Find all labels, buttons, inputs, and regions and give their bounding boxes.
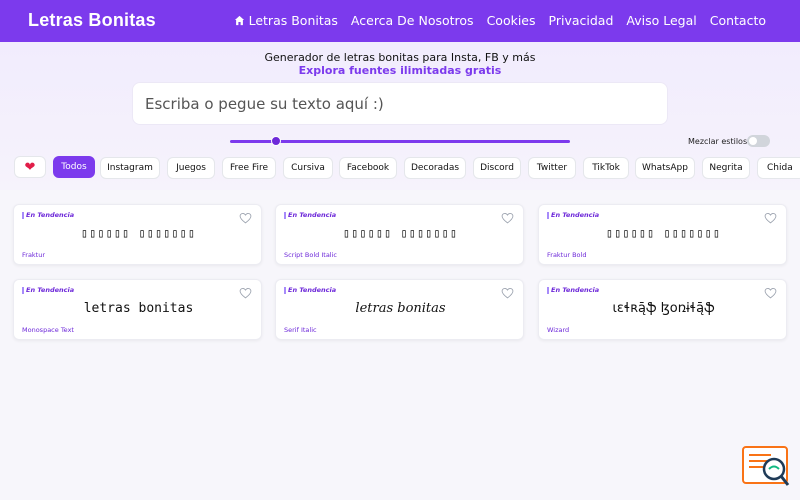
- mix-styles-label: Mezclar estilos: [688, 137, 748, 146]
- trending-bar-icon: [284, 286, 286, 294]
- chip-whatsapp[interactable]: WhatsApp: [635, 157, 695, 179]
- trending-bar-icon: [22, 286, 24, 294]
- font-preview[interactable]: letras bonitas: [276, 301, 525, 316]
- trending-text: En Tendencia: [288, 211, 337, 219]
- font-preview[interactable]: ▯▯▯▯▯▯ ▯▯▯▯▯▯▯: [14, 226, 263, 240]
- nav-link-privacy[interactable]: Privacidad: [549, 13, 614, 28]
- chip-instagram[interactable]: Instagram: [100, 157, 160, 179]
- hero-subtitle: Generador de letras bonitas para Insta, …: [264, 51, 536, 64]
- font-size-slider-track[interactable]: [230, 140, 570, 143]
- nav-link-home-label: Letras Bonitas: [248, 13, 338, 28]
- font-card-fraktur[interactable]: En Tendencia ▯▯▯▯▯▯ ▯▯▯▯▯▯▯ Fraktur: [13, 204, 262, 265]
- font-card-wizard[interactable]: En Tendencia ɩɛɬʀą̄ֆ ɮօռɨɬą̄ֆ Wizard: [538, 279, 787, 340]
- nav-link-contact[interactable]: Contacto: [710, 13, 766, 28]
- trending-label: En Tendencia: [22, 211, 74, 219]
- font-card-fraktur-bold[interactable]: En Tendencia ▯▯▯▯▯▯ ▯▯▯▯▯▯▯ Fraktur Bold: [538, 204, 787, 265]
- favorite-heart-icon[interactable]: [501, 212, 514, 224]
- trending-text: En Tendencia: [551, 286, 600, 294]
- favorite-heart-icon[interactable]: [764, 212, 777, 224]
- favorite-heart-icon[interactable]: [239, 287, 252, 299]
- font-name: Fraktur: [22, 251, 46, 259]
- chip-favorites[interactable]: ❤: [14, 156, 46, 178]
- nav-link-cookies[interactable]: Cookies: [487, 13, 536, 28]
- chip-todos[interactable]: Todos: [53, 156, 95, 178]
- chip-negrita[interactable]: Negrita: [702, 157, 750, 179]
- chip-decoradas[interactable]: Decoradas: [404, 157, 466, 179]
- nav-link-about[interactable]: Acerca De Nosotros: [351, 13, 474, 28]
- font-size-slider-thumb[interactable]: [271, 136, 281, 146]
- favorite-heart-icon[interactable]: [239, 212, 252, 224]
- trending-label: En Tendencia: [547, 211, 599, 219]
- trending-text: En Tendencia: [288, 286, 337, 294]
- heart-icon: ❤: [24, 159, 36, 175]
- chip-facebook[interactable]: Facebook: [339, 157, 397, 179]
- trending-label: En Tendencia: [284, 286, 336, 294]
- favorite-heart-icon[interactable]: [764, 287, 777, 299]
- trending-text: En Tendencia: [551, 211, 600, 219]
- chip-cursiva[interactable]: Cursiva: [283, 157, 333, 179]
- chip-tiktok[interactable]: TikTok: [583, 157, 629, 179]
- favorite-heart-icon[interactable]: [501, 287, 514, 299]
- trending-bar-icon: [547, 286, 549, 294]
- font-name: Fraktur Bold: [547, 251, 587, 259]
- font-preview[interactable]: ▯▯▯▯▯▯ ▯▯▯▯▯▯▯: [539, 226, 788, 240]
- font-preview[interactable]: letras bonitas: [14, 301, 263, 316]
- font-name: Monospace Text: [22, 326, 74, 334]
- text-input[interactable]: [132, 82, 668, 125]
- trending-label: En Tendencia: [22, 286, 74, 294]
- font-card-serif-italic[interactable]: En Tendencia letras bonitas Serif Italic: [275, 279, 524, 340]
- top-navbar: Letras Bonitas Letras Bonitas Acerca De …: [0, 0, 800, 42]
- chip-discord[interactable]: Discord: [473, 157, 521, 179]
- nav-link-home[interactable]: Letras Bonitas: [234, 13, 338, 28]
- font-card-monospace[interactable]: En Tendencia letras bonitas Monospace Te…: [13, 279, 262, 340]
- support-badge-icon[interactable]: [741, 445, 791, 488]
- trending-label: En Tendencia: [284, 211, 336, 219]
- trending-bar-icon: [22, 211, 24, 219]
- home-icon: [234, 15, 244, 26]
- trending-bar-icon: [547, 211, 549, 219]
- trending-text: En Tendencia: [26, 211, 75, 219]
- font-name: Serif Italic: [284, 326, 317, 334]
- chip-chida[interactable]: Chida: [757, 157, 800, 179]
- main-menu: Letras Bonitas Acerca De Nosotros Cookie…: [234, 13, 766, 28]
- mix-styles-toggle[interactable]: [747, 135, 770, 147]
- chip-twitter[interactable]: Twitter: [528, 157, 576, 179]
- font-name: Script Bold Italic: [284, 251, 337, 259]
- font-preview[interactable]: ▯▯▯▯▯▯ ▯▯▯▯▯▯▯: [276, 226, 525, 240]
- category-chips: ❤ Todos Instagram Juegos Free Fire Cursi…: [14, 156, 800, 180]
- trending-label: En Tendencia: [547, 286, 599, 294]
- brand-logo[interactable]: Letras Bonitas: [28, 10, 156, 31]
- chip-free-fire[interactable]: Free Fire: [222, 157, 276, 179]
- trending-text: En Tendencia: [26, 286, 75, 294]
- nav-link-legal[interactable]: Aviso Legal: [626, 13, 696, 28]
- chip-juegos[interactable]: Juegos: [167, 157, 215, 179]
- toggle-knob: [749, 137, 757, 145]
- trending-bar-icon: [284, 211, 286, 219]
- hero-tagline: Explora fuentes ilimitadas gratis: [298, 64, 502, 77]
- font-card-script-bold-italic[interactable]: En Tendencia ▯▯▯▯▯▯ ▯▯▯▯▯▯▯ Script Bold …: [275, 204, 524, 265]
- font-name: Wizard: [547, 326, 570, 334]
- font-preview[interactable]: ɩɛɬʀą̄ֆ ɮօռɨɬą̄ֆ: [539, 301, 788, 316]
